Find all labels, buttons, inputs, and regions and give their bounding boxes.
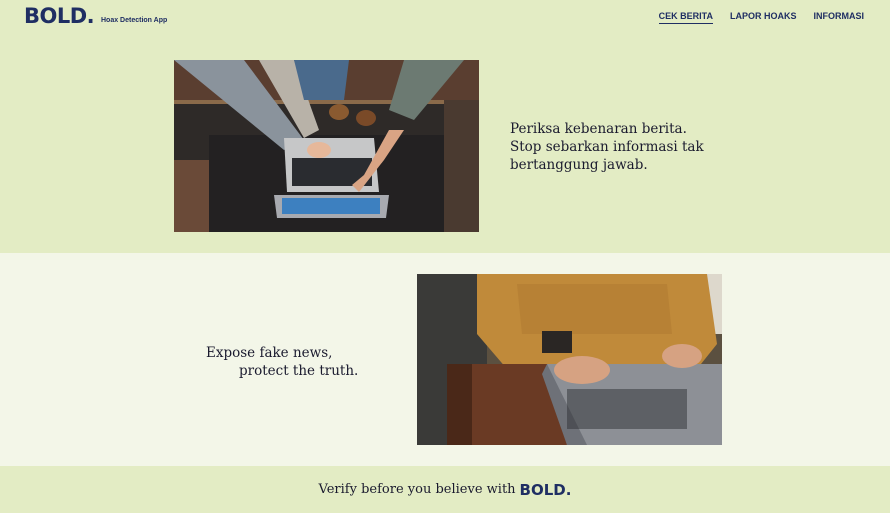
second-line: Expose fake news,	[206, 345, 333, 361]
second-text: Expose fake news, protect the truth.	[206, 344, 358, 380]
footer-brand: BOLD.	[519, 480, 572, 499]
main-nav: CEK BERITA LAPOR HOAKS INFORMASI	[658, 11, 865, 24]
header: BOLD. Hoax Detection App CEK BERITA LAPO…	[0, 0, 890, 36]
footer: Verify before you believe with BOLD.	[0, 466, 890, 513]
photo-typing-laptop	[417, 274, 722, 445]
hero-section: Periksa kebenaran berita. Stop sebarkan …	[0, 36, 890, 253]
nav-cek-berita[interactable]: CEK BERITA	[658, 11, 714, 24]
hero-text: Periksa kebenaran berita. Stop sebarkan …	[510, 120, 704, 174]
logo[interactable]: BOLD.	[24, 4, 95, 28]
hero-line: Periksa kebenaran berita.	[510, 121, 687, 137]
second-line: protect the truth.	[239, 363, 359, 379]
hero-line: Stop sebarkan informasi tak	[510, 139, 704, 155]
second-section: Expose fake news, protect the truth.	[0, 253, 890, 466]
hero-photo-laptop-hands	[174, 60, 479, 232]
hero-line: bertanggung jawab.	[510, 157, 648, 173]
nav-informasi[interactable]: INFORMASI	[814, 11, 865, 21]
footer-text: Verify before you believe with	[318, 482, 516, 497]
nav-lapor-hoaks[interactable]: LAPOR HOAKS	[730, 11, 797, 21]
tagline: Hoax Detection App	[101, 17, 168, 24]
